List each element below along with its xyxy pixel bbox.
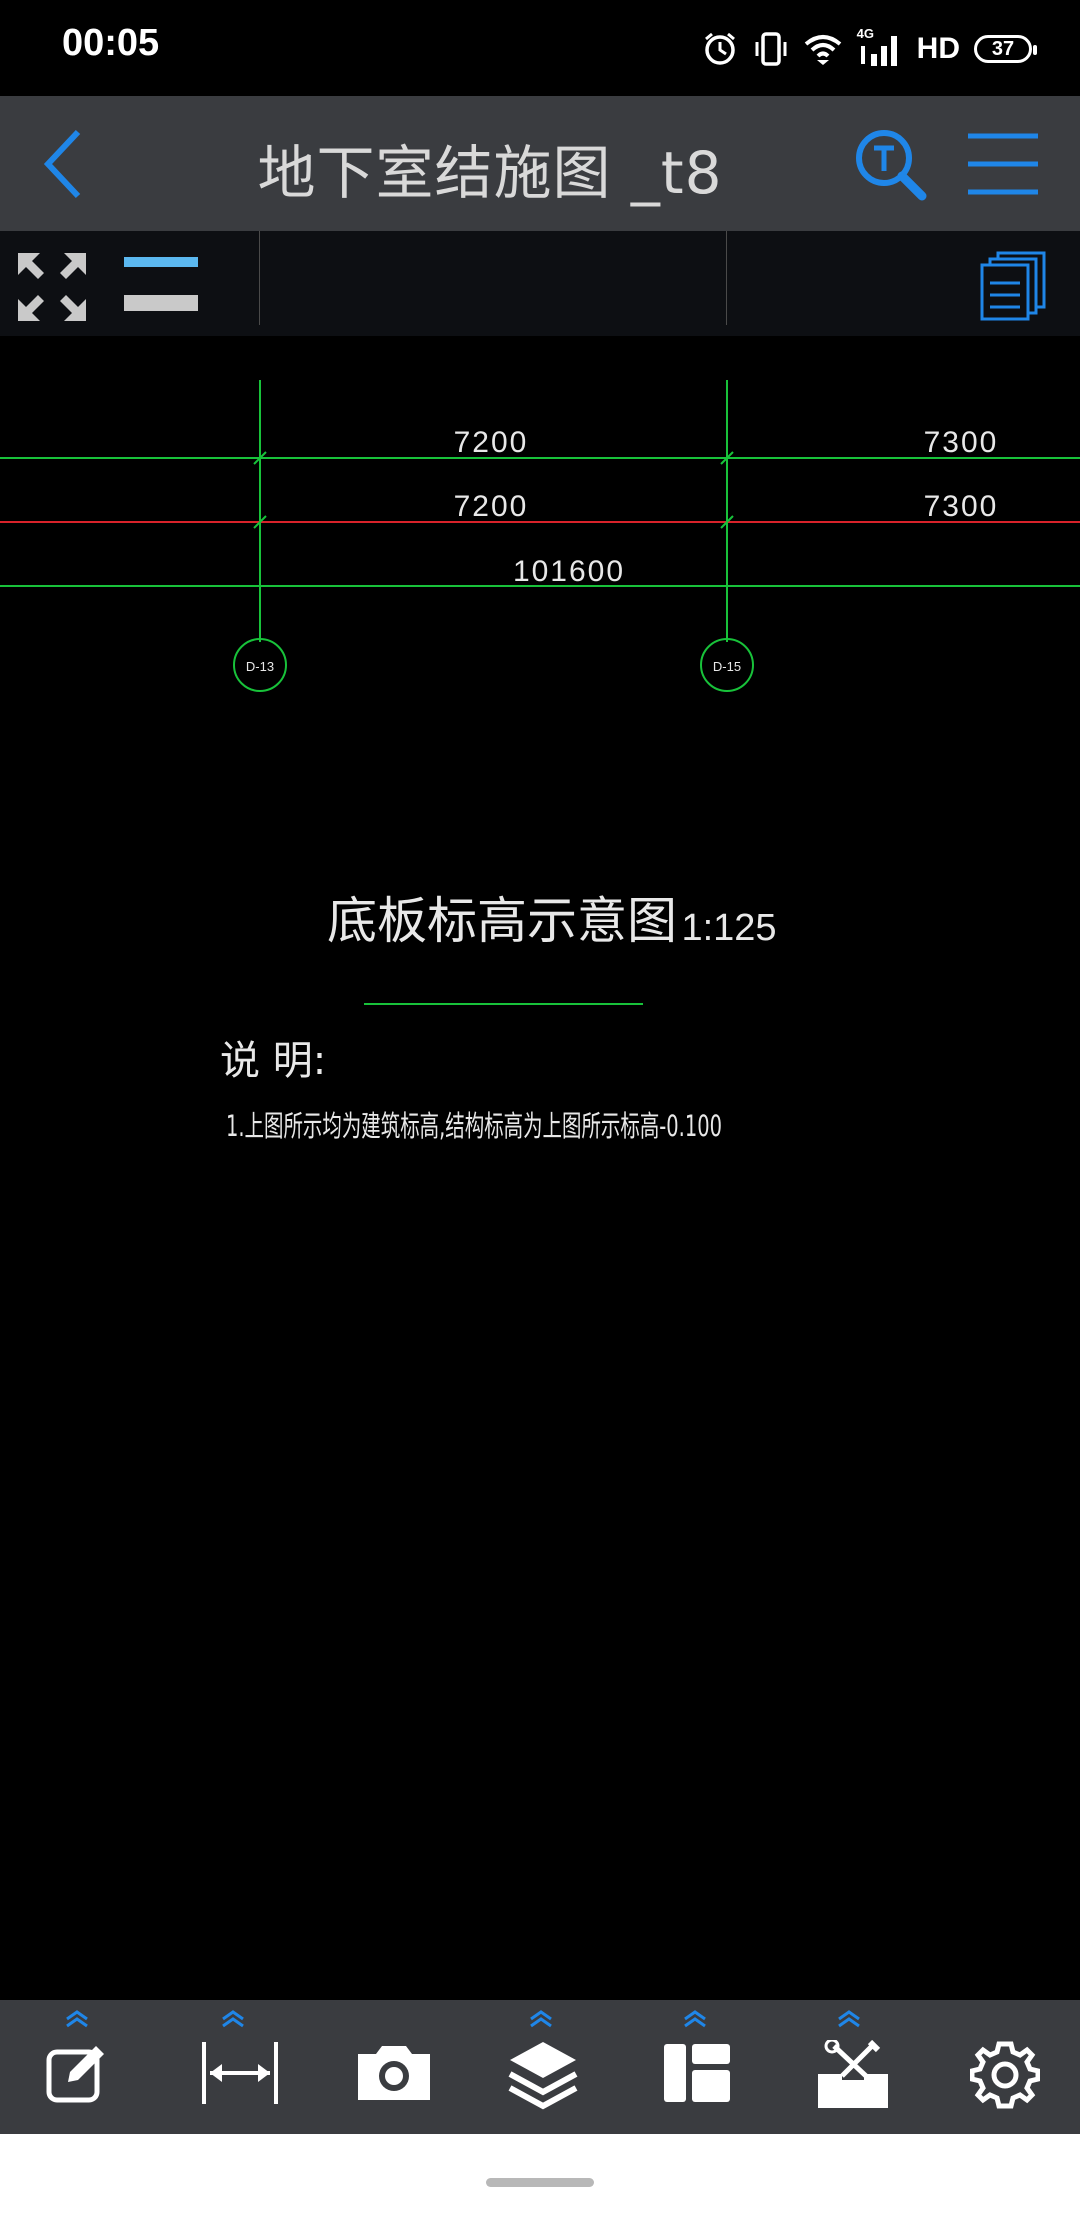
chevron-up-icon — [838, 2010, 860, 2028]
toolbar-divider — [726, 231, 727, 325]
vibrate-icon — [753, 30, 789, 68]
dimension-text: 7200 — [454, 426, 529, 459]
pages-button[interactable] — [980, 251, 1048, 321]
chevron-up-icon — [530, 2010, 552, 2028]
fit-screen-icon — [18, 253, 86, 321]
signal-icon: 4G — [857, 26, 903, 68]
annotate-tool[interactable] — [22, 2000, 132, 2134]
view-toolbar — [0, 231, 1080, 336]
toolbar-divider — [259, 231, 260, 325]
dimension-total-text: 101600 — [513, 555, 625, 588]
layout-icon — [664, 2044, 730, 2102]
camera-icon — [358, 2046, 430, 2100]
axis-label: D-13 — [246, 659, 274, 674]
annotate-icon — [46, 2046, 104, 2103]
note-line: 1.上图所示均为建筑标高,结构标高为上图所示标高-0.100 — [226, 1109, 722, 1143]
text-search-button[interactable] — [852, 126, 928, 202]
section-title: 底板标高示意图 — [327, 892, 677, 950]
battery-level: 37 — [991, 37, 1015, 60]
bottom-toolbar — [0, 2000, 1080, 2134]
notes-heading: 说 明: — [220, 1038, 326, 1084]
battery-icon: 37 — [974, 35, 1037, 63]
measure-tool[interactable] — [178, 2000, 288, 2134]
status-bar: 00:05 4G HD 37 — [0, 0, 1080, 96]
chevron-up-icon — [222, 2010, 244, 2028]
axis-label: D-15 — [713, 659, 741, 674]
fit-screen-button[interactable] — [16, 251, 88, 323]
layer-toggle-icon — [124, 257, 198, 311]
dimension-text: 7200 — [454, 490, 529, 523]
system-navigation — [0, 2134, 1080, 2232]
drawing-canvas[interactable]: 7200 7300 7200 7300 101600 D-13 D-15 底板标… — [0, 336, 1080, 2000]
settings-icon — [970, 2041, 1040, 2109]
menu-icon — [968, 133, 1038, 195]
alarm-icon — [701, 30, 739, 68]
app-header: 地下室结施图 _t8 — [0, 96, 1080, 231]
text-search-icon — [856, 130, 927, 201]
line-style-button[interactable] — [124, 255, 200, 317]
home-indicator[interactable] — [486, 2178, 594, 2187]
settings-tool[interactable] — [948, 2000, 1058, 2134]
hd-indicator: HD — [916, 32, 960, 65]
menu-button[interactable] — [966, 132, 1040, 196]
back-button[interactable] — [38, 126, 94, 202]
toolbox-tool[interactable] — [794, 2000, 904, 2134]
dimension-text: 7300 — [924, 490, 999, 523]
layers-icon — [508, 2042, 578, 2110]
chevron-up-icon — [66, 2010, 88, 2028]
status-icons: 4G HD 37 — [701, 26, 1037, 72]
wifi-icon — [803, 32, 843, 66]
cad-drawing: 7200 7300 7200 7300 101600 D-13 D-15 底板标… — [0, 380, 1080, 1143]
layers-tool[interactable] — [486, 2000, 596, 2134]
measure-icon — [202, 2042, 278, 2104]
chevron-up-icon — [684, 2010, 706, 2028]
layout-tool[interactable] — [640, 2000, 750, 2134]
back-arrow-icon — [43, 129, 81, 199]
toolbox-icon — [818, 2040, 888, 2108]
dimension-text: 7300 — [924, 426, 999, 459]
pages-icon — [980, 251, 1046, 321]
camera-tool[interactable] — [332, 2000, 442, 2134]
scale-text: 1:125 — [681, 907, 776, 949]
status-time: 00:05 — [62, 22, 160, 64]
